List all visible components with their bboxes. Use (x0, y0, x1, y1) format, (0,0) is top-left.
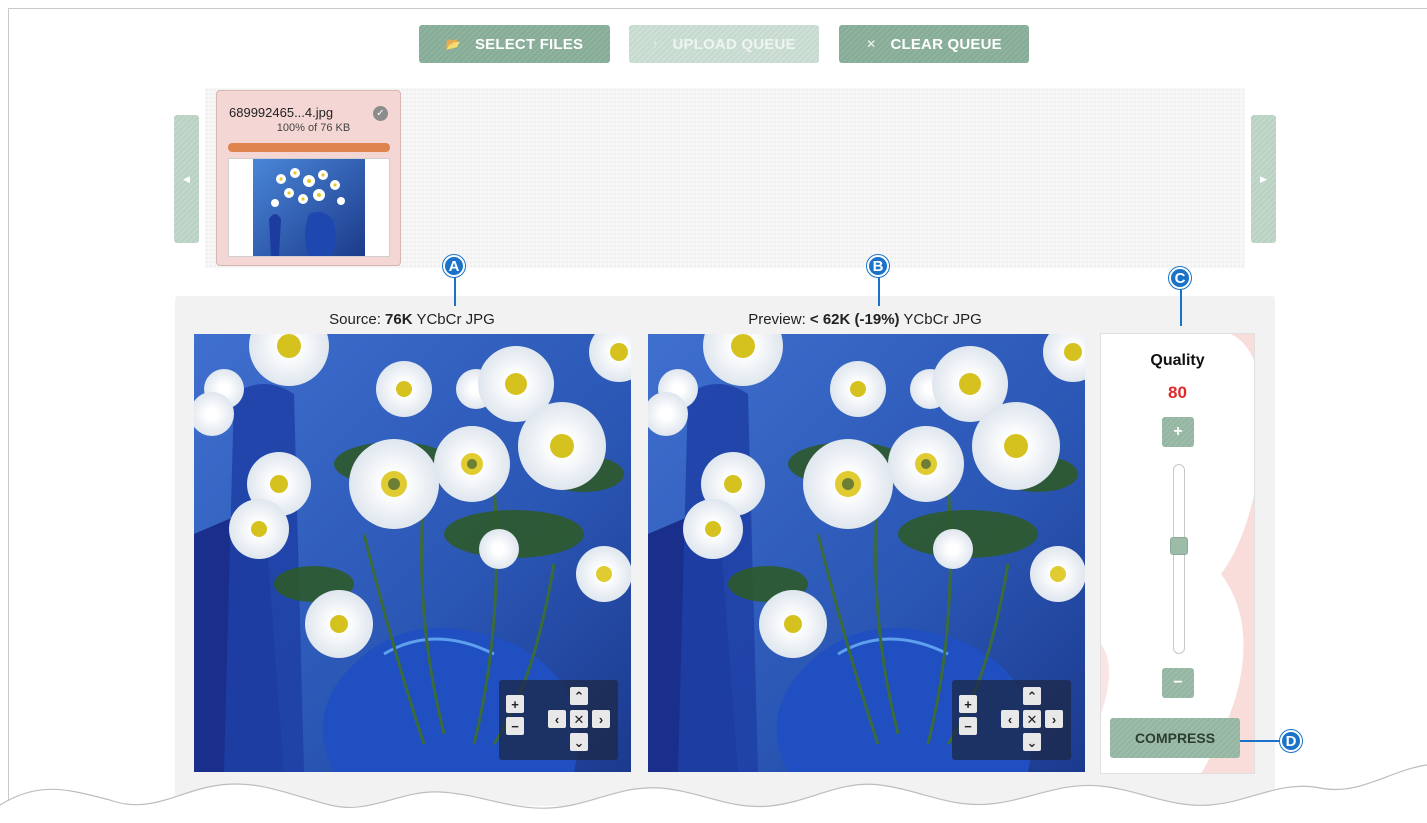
callout-d: D (1280, 730, 1302, 752)
quality-slider-track[interactable] (1173, 464, 1185, 654)
file-name: 689992465...4.jpg (229, 105, 334, 120)
source-zoom-out-button[interactable]: − (506, 717, 524, 735)
chevron-left-icon: ◀ (183, 173, 190, 184)
callout-b: B (867, 255, 889, 277)
preview-pan-down-button[interactable]: ⌄ (1023, 733, 1041, 751)
quality-increase-button[interactable]: + (1162, 417, 1194, 447)
preview-pan-left-button[interactable]: ‹ (1001, 710, 1019, 728)
check-circle-icon: ✓ (373, 106, 388, 121)
source-reset-view-button[interactable]: ✕ (570, 710, 588, 728)
queue-file-card[interactable]: 689992465...4.jpg ✓ 100% of 76 KB (216, 90, 401, 266)
minus-icon: − (1173, 674, 1183, 691)
minus-icon: − (511, 718, 519, 734)
source-size: 76K (385, 311, 413, 328)
select-files-button[interactable]: 📂 SELECT FILES (419, 25, 610, 63)
upload-queue-label: UPLOAD QUEUE (672, 35, 796, 53)
source-caption: Source: 76K YCbCr JPG (192, 311, 632, 328)
source-caption-prefix: Source: (329, 311, 386, 328)
file-progress-fill (228, 143, 390, 152)
source-pan-down-button[interactable]: ⌄ (570, 733, 588, 751)
clear-queue-label: CLEAR QUEUE (890, 35, 1002, 53)
file-progress-bar (228, 143, 390, 152)
source-pan-up-button[interactable]: ⌃ (570, 687, 588, 705)
chevron-right-icon: › (1051, 711, 1057, 727)
chevron-right-icon: ▶ (1260, 173, 1267, 184)
queue-scroll-left-button[interactable]: ◀ (174, 115, 199, 243)
quality-decrease-button[interactable]: − (1162, 668, 1194, 698)
upload-arrow-icon: ↑ (652, 37, 659, 51)
source-zoom-in-button[interactable]: + (506, 695, 524, 713)
preview-caption: Preview: < 62K (-19%) YCbCr JPG (645, 311, 1085, 328)
folder-open-icon: 📂 (445, 37, 461, 51)
chevron-left-icon: ‹ (1007, 711, 1013, 727)
chevron-up-icon: ⌃ (1026, 688, 1038, 704)
daisies-thumbnail-image (253, 159, 365, 256)
chevron-down-icon: ⌄ (573, 734, 585, 750)
callout-d-line (1240, 740, 1282, 742)
preview-reset-view-button[interactable]: ✕ (1023, 710, 1041, 728)
quality-label: Quality (1150, 352, 1205, 369)
callout-c-line (1180, 288, 1182, 326)
minus-icon: − (964, 718, 972, 734)
callout-b-line (878, 276, 880, 306)
chevron-up-icon: ⌃ (573, 688, 585, 704)
plus-icon: + (964, 696, 972, 712)
quality-value: 80 (1168, 383, 1187, 402)
source-format: YCbCr JPG (412, 311, 495, 328)
preview-zoom-pan-controls: + − ⌃ ‹ ✕ › ⌄ (952, 680, 1071, 760)
source-zoom-pan-controls: + − ⌃ ‹ ✕ › ⌄ (499, 680, 618, 760)
file-thumbnail[interactable] (228, 158, 390, 257)
chevron-down-icon: ⌄ (1026, 734, 1038, 750)
preview-zoom-out-button[interactable]: − (959, 717, 977, 735)
callout-c: C (1169, 267, 1191, 289)
quality-panel: Quality 80 + − (1100, 333, 1255, 774)
preview-zoom-in-button[interactable]: + (959, 695, 977, 713)
source-pan-left-button[interactable]: ‹ (548, 710, 566, 728)
close-x-icon: ✕ (573, 711, 585, 727)
torn-edge-decoration (0, 764, 1427, 823)
preview-pan-up-button[interactable]: ⌃ (1023, 687, 1041, 705)
file-progress-text: 100% of 76 KB (276, 122, 351, 134)
preview-pan-right-button[interactable]: › (1045, 710, 1063, 728)
queue-scroll-right-button[interactable]: ▶ (1251, 115, 1276, 243)
close-x-icon: ✕ (866, 37, 877, 51)
compress-button[interactable]: COMPRESS (1110, 718, 1240, 758)
callout-a-line (454, 276, 456, 306)
chevron-right-icon: › (598, 711, 604, 727)
upload-queue-button[interactable]: ↑ UPLOAD QUEUE (629, 25, 819, 63)
preview-caption-prefix: Preview: (748, 311, 810, 328)
preview-format: YCbCr JPG (899, 311, 982, 328)
quality-slider-handle[interactable] (1170, 536, 1188, 555)
chevron-left-icon: ‹ (554, 711, 560, 727)
source-pan-right-button[interactable]: › (592, 710, 610, 728)
callout-a: A (443, 255, 465, 277)
plus-icon: + (511, 696, 519, 712)
plus-icon: + (1173, 423, 1183, 440)
close-x-icon: ✕ (1026, 711, 1038, 727)
select-files-label: SELECT FILES (474, 35, 584, 53)
preview-size: < 62K (-19%) (809, 311, 900, 328)
clear-queue-button[interactable]: ✕ CLEAR QUEUE (839, 25, 1029, 63)
